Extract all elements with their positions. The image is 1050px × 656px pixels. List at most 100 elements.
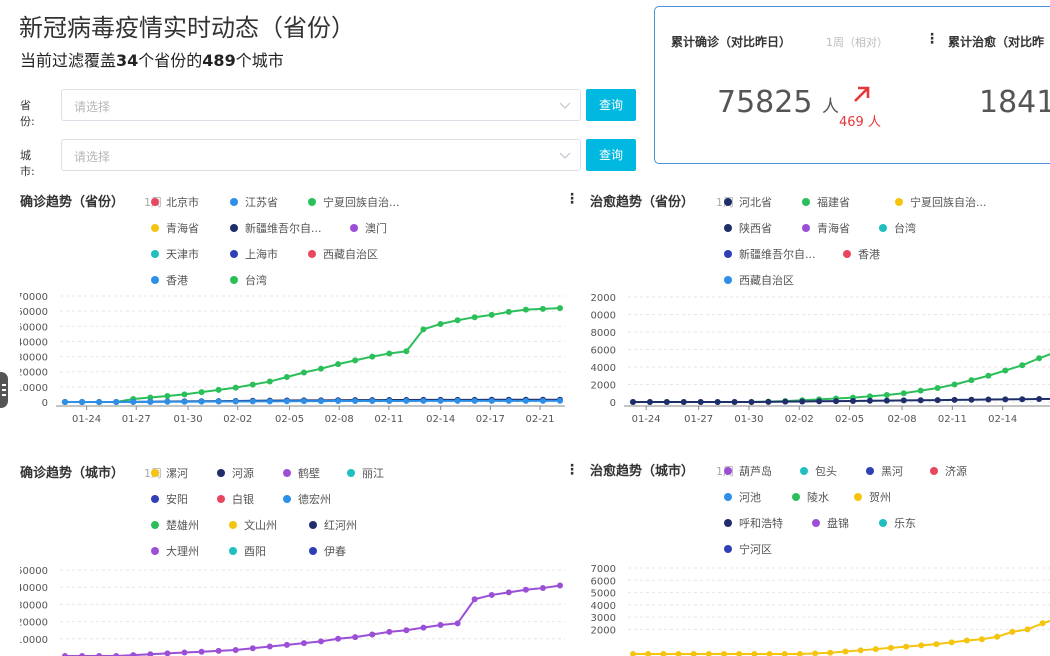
subtitle-prefix: 当前过滤覆盖	[20, 51, 117, 70]
data-point	[917, 387, 924, 394]
data-point	[471, 397, 478, 404]
city-query-button[interactable]: 查询	[586, 139, 636, 171]
chevron-down-icon	[559, 152, 571, 159]
data-point	[130, 652, 137, 656]
y-tick-label: 20000	[20, 618, 48, 629]
y-tick-label: 70000	[20, 292, 48, 303]
y-tick-label: 60000	[20, 307, 48, 318]
data-point	[866, 397, 873, 404]
data-point	[147, 398, 154, 405]
data-point	[386, 397, 393, 404]
data-point	[249, 381, 256, 388]
y-tick-label: 8000	[591, 328, 616, 339]
data-point	[1019, 396, 1026, 403]
data-point	[420, 326, 427, 333]
x-tick-label: 02-08	[325, 414, 354, 422]
province-query-button[interactable]: 查询	[586, 89, 636, 121]
data-point	[781, 651, 788, 656]
data-point	[437, 622, 444, 629]
data-point	[934, 397, 941, 404]
data-point	[557, 305, 563, 312]
y-tick-label: 0	[610, 398, 616, 409]
city-count: 489	[202, 51, 236, 70]
data-point	[1039, 620, 1046, 627]
city-filter-label: 城市:	[20, 149, 35, 178]
chevron-down-icon	[559, 102, 571, 109]
y-tick-label: 3000	[591, 613, 616, 624]
data-point	[232, 384, 239, 391]
data-point	[215, 386, 222, 393]
data-point	[198, 398, 205, 405]
data-point	[714, 399, 721, 405]
y-tick-label: 2000	[591, 381, 616, 392]
data-point	[646, 399, 653, 405]
kpi-recovered-value: 1841	[979, 85, 1050, 120]
recovered-province-panel: 治愈趋势（省份）1周河北省福建省宁夏回族自治...陕西省青海省台湾新疆维吾尔自.…	[590, 191, 1050, 431]
data-point	[198, 648, 205, 655]
line-chart: 0 2000 4000 6000 8000 10000 12000 01-24 01-27 01-…	[590, 293, 1050, 422]
data-point	[812, 650, 819, 656]
data-point	[918, 642, 925, 649]
data-point	[796, 651, 803, 656]
data-point	[1036, 355, 1043, 362]
data-point	[147, 651, 154, 656]
kpi-confirmed-number: 75825	[717, 85, 813, 120]
x-tick-label: 02-17	[476, 414, 505, 422]
data-point	[62, 399, 68, 405]
data-point	[335, 361, 342, 368]
data-point	[454, 620, 461, 627]
data-point	[266, 398, 273, 405]
data-point	[799, 398, 806, 405]
data-point	[522, 306, 529, 313]
data-point	[645, 651, 652, 656]
data-point	[900, 397, 907, 404]
data-point	[386, 350, 393, 357]
data-point	[1024, 626, 1031, 633]
data-point	[471, 596, 478, 603]
y-tick-label: 10000	[20, 383, 48, 394]
data-point	[951, 381, 958, 388]
data-point	[766, 651, 773, 656]
data-point	[721, 651, 728, 656]
data-point	[765, 398, 772, 405]
data-point	[335, 398, 342, 405]
data-point	[1002, 367, 1009, 374]
x-tick-label: 02-14	[988, 414, 1017, 422]
data-point	[816, 398, 823, 405]
x-tick-label: 01-30	[174, 414, 203, 422]
kpi-menu-icon[interactable]: ⋮	[925, 31, 939, 47]
data-point	[369, 398, 376, 405]
city-select[interactable]: 请选择	[61, 139, 581, 171]
data-point	[705, 651, 712, 656]
data-point	[164, 650, 171, 656]
data-point	[985, 372, 992, 379]
y-tick-label: 50000	[20, 322, 48, 333]
data-point	[471, 314, 478, 321]
province-select[interactable]: 请选择	[61, 89, 581, 121]
data-point	[663, 399, 670, 405]
x-tick-label: 02-11	[374, 414, 403, 422]
data-point	[903, 643, 910, 650]
y-tick-label: 6000	[591, 576, 616, 587]
data-point	[1009, 628, 1016, 635]
data-point	[1002, 396, 1009, 403]
data-point	[883, 397, 890, 404]
data-point	[539, 397, 546, 404]
data-point	[675, 651, 682, 656]
data-point	[300, 640, 307, 647]
data-point	[198, 389, 205, 396]
data-point	[215, 647, 222, 654]
data-point	[386, 628, 393, 635]
province-select-placeholder: 请选择	[74, 100, 111, 114]
data-point	[505, 308, 512, 315]
data-point	[883, 392, 890, 398]
data-point	[335, 635, 342, 642]
side-drawer-handle[interactable]	[0, 372, 8, 408]
line-chart: 2000300040005000 60007000	[591, 564, 1050, 656]
data-point	[437, 397, 444, 404]
data-point	[933, 641, 940, 648]
data-point	[488, 311, 495, 318]
y-tick-label: 2000	[591, 625, 616, 636]
data-point	[1036, 396, 1043, 403]
data-point	[994, 633, 1001, 640]
